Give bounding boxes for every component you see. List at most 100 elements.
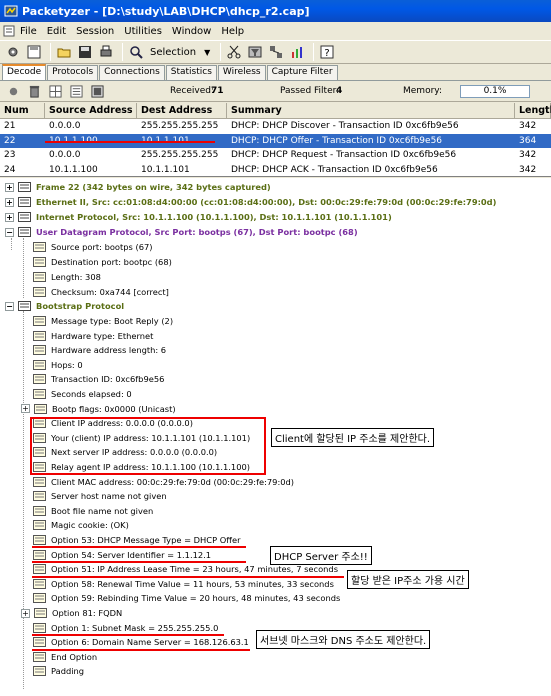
- detail-view-icon[interactable]: [88, 83, 106, 101]
- field-icon: [33, 666, 46, 677]
- disk-icon[interactable]: [76, 43, 94, 61]
- table-row[interactable]: 24 10.1.1.100 10.1.1.101 DHCP: DHCP ACK …: [0, 163, 551, 177]
- tree-field[interactable]: Option 58: Renewal Time Value = 11 hours…: [33, 577, 334, 591]
- tree-ethernet[interactable]: + Ethernet II, Src: cc:01:08:d4:00:00 (c…: [5, 195, 496, 209]
- save-icon[interactable]: [25, 43, 43, 61]
- gear-icon[interactable]: [4, 83, 22, 101]
- field-icon: [33, 564, 46, 575]
- tab-statistics[interactable]: Statistics: [165, 65, 217, 80]
- tree-field[interactable]: Option 6: Domain Name Server = 168.126.6…: [33, 635, 249, 649]
- selection-dropdown[interactable]: Selection: [150, 47, 196, 58]
- tree-field[interactable]: Hardware type: Ethernet: [33, 329, 153, 343]
- menu-session[interactable]: Session: [76, 26, 114, 37]
- menu-utilities[interactable]: Utilities: [124, 26, 162, 37]
- tree-field[interactable]: Server host name not given: [33, 489, 167, 503]
- tab-connections[interactable]: Connections: [99, 65, 165, 80]
- tree-field[interactable]: Destination port: bootpc (68): [33, 255, 172, 269]
- tree-field[interactable]: Hops: 0: [33, 358, 83, 372]
- expand-icon[interactable]: +: [21, 608, 30, 618]
- tab-wireless[interactable]: Wireless: [217, 65, 266, 80]
- annotation-mask-dns: 서브넷 마스크와 DNS 주소도 제안한다.: [256, 630, 431, 649]
- tab-decode[interactable]: Decode: [2, 64, 47, 80]
- tree-field[interactable]: Transaction ID: 0xc6fb9e56: [33, 372, 164, 386]
- tree-field[interactable]: + Bootp flags: 0x0000 (Unicast): [21, 402, 176, 416]
- annotation-client-ip: Client에 할당된 IP 주소를 제안한다.: [271, 428, 435, 447]
- field-icon: [33, 520, 46, 531]
- field-icon: [33, 345, 46, 356]
- tree-field[interactable]: Checksum: 0xa744 [correct]: [33, 285, 169, 299]
- tree-field[interactable]: Option 54: Server Identifier = 1.1.12.1: [33, 548, 211, 562]
- field-icon: [33, 257, 46, 267]
- menu-bar: File Edit Session Utilities Window Help: [0, 22, 551, 40]
- table-row[interactable]: 21 0.0.0.0 255.255.255.255 DHCP: DHCP Di…: [0, 119, 551, 134]
- received-label: Received:: [170, 86, 214, 96]
- tree-field[interactable]: Client MAC address: 00:0c:29:fe:79:0d (0…: [33, 475, 294, 489]
- menu-file[interactable]: File: [20, 26, 37, 37]
- tree-udp[interactable]: − User Datagram Protocol, Src Port: boot…: [5, 225, 358, 239]
- cell-summary: DHCP: DHCP ACK - Transaction ID 0xc6fb9e…: [231, 164, 438, 175]
- filter-icon[interactable]: [246, 43, 264, 61]
- tree-field[interactable]: Option 53: DHCP Message Type = DHCP Offe…: [33, 533, 241, 547]
- tree-frame[interactable]: + Frame 22 (342 bytes on wire, 342 bytes…: [5, 180, 271, 194]
- annotation-box: [30, 417, 266, 475]
- column-num[interactable]: Num: [0, 103, 45, 118]
- column-source-address[interactable]: Source Address: [45, 103, 137, 118]
- collapse-icon[interactable]: −: [5, 301, 14, 311]
- gear-icon[interactable]: [4, 43, 22, 61]
- tree-label: Transaction ID: 0xc6fb9e56: [51, 374, 165, 385]
- help-icon[interactable]: ?: [318, 43, 336, 61]
- tree-label: Option 54: Server Identifier = 1.1.12.1: [51, 549, 212, 560]
- tree-field[interactable]: Padding: [33, 664, 84, 678]
- expand-icon[interactable]: +: [21, 404, 30, 414]
- tree-label: Message type: Boot Reply (2): [51, 316, 174, 326]
- tree-ip[interactable]: + Internet Protocol, Src: 10.1.1.100 (10…: [5, 210, 392, 224]
- trash-icon[interactable]: [25, 83, 43, 101]
- column-length[interactable]: Length: [515, 103, 551, 118]
- column-dest-address[interactable]: Dest Address: [137, 103, 227, 118]
- tree-field[interactable]: Seconds elapsed: 0: [33, 387, 132, 401]
- document-icon: [3, 25, 15, 37]
- expand-icon[interactable]: +: [5, 197, 14, 207]
- tree-field[interactable]: Source port: bootps (67): [33, 240, 153, 254]
- expand-icon[interactable]: +: [5, 182, 14, 192]
- collapse-icon[interactable]: −: [5, 227, 14, 237]
- list-view-icon[interactable]: [67, 83, 85, 101]
- open-folder-icon[interactable]: [55, 43, 73, 61]
- menu-edit[interactable]: Edit: [47, 26, 66, 37]
- tree-field[interactable]: Boot file name not given: [33, 504, 153, 518]
- tab-capture-filter[interactable]: Capture Filter: [266, 65, 338, 80]
- passed-filter-count: 4: [336, 86, 343, 96]
- print-icon[interactable]: [97, 43, 115, 61]
- decode-tree: + Frame 22 (342 bytes on wire, 342 bytes…: [0, 178, 551, 696]
- menu-window[interactable]: Window: [172, 26, 211, 37]
- tree-field[interactable]: Magic cookie: (OK): [33, 518, 129, 532]
- chevron-down-icon[interactable]: ▼: [204, 48, 210, 57]
- field-icon: [33, 316, 46, 326]
- table-row[interactable]: 23 0.0.0.0 255.255.255.255 DHCP: DHCP Re…: [0, 148, 551, 163]
- tree-field[interactable]: End Option: [33, 650, 97, 664]
- cell-source: 0.0.0.0: [49, 150, 81, 160]
- tree-field[interactable]: Length: 308: [33, 270, 101, 284]
- memory-value: 0.1%: [483, 86, 507, 96]
- tree-field[interactable]: + Option 81: FQDN: [21, 606, 122, 620]
- expand-icon[interactable]: +: [5, 212, 14, 222]
- grid-icon[interactable]: [46, 83, 64, 101]
- passed-filter-label: Passed Filter:: [280, 86, 340, 96]
- toolbar-separator: [220, 43, 222, 61]
- search-icon[interactable]: [127, 43, 145, 61]
- field-icon: [33, 622, 46, 633]
- scissors-icon[interactable]: [225, 43, 243, 61]
- tab-protocols[interactable]: Protocols: [47, 65, 99, 80]
- tree-bootp[interactable]: − Bootstrap Protocol: [5, 299, 124, 313]
- tree-field[interactable]: Message type: Boot Reply (2): [33, 314, 173, 328]
- cell-source: 10.1.1.100: [49, 164, 98, 175]
- tree-field[interactable]: Hardware address length: 6: [33, 343, 166, 357]
- column-summary[interactable]: Summary: [227, 103, 515, 118]
- tree-field[interactable]: Option 1: Subnet Mask = 255.255.255.0: [33, 621, 218, 635]
- tree-field[interactable]: Option 59: Rebinding Time Value = 20 hou…: [33, 591, 340, 605]
- field-icon: [33, 535, 46, 545]
- chart-icon[interactable]: [288, 43, 306, 61]
- menu-help[interactable]: Help: [221, 26, 244, 37]
- field-icon: [33, 651, 46, 662]
- network-icon[interactable]: [267, 43, 285, 61]
